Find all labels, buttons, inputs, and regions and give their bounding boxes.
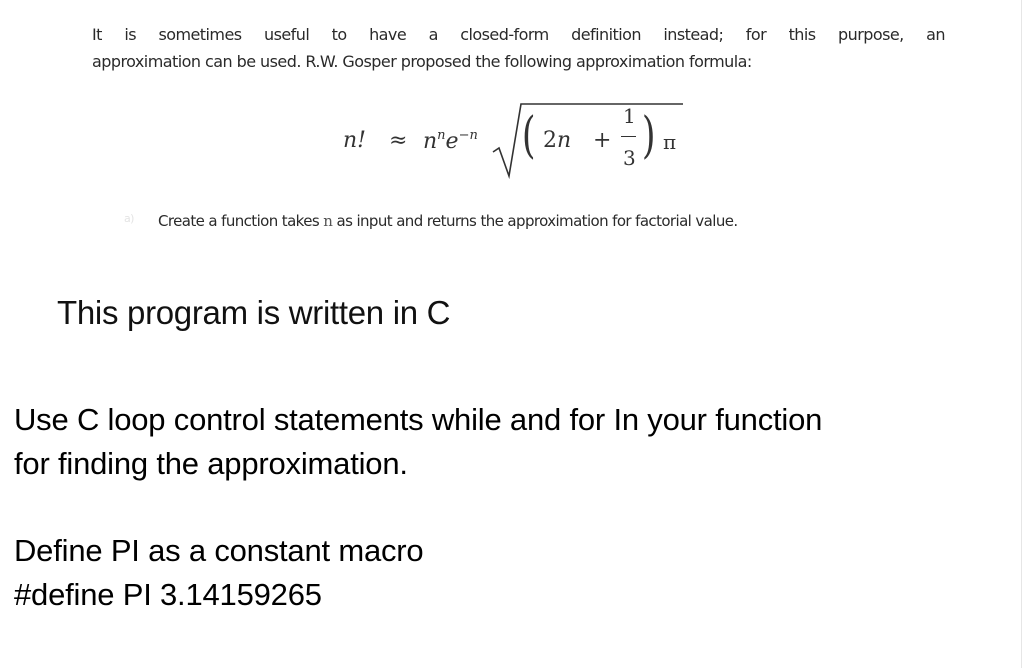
formula-left-paren: (: [521, 106, 536, 164]
intro-paragraph: It is sometimes useful to have a closed-…: [92, 21, 946, 75]
task-variable: n: [323, 212, 333, 230]
formula-right-paren: ): [641, 106, 656, 164]
macro-define-line: #define PI 3.14159265: [14, 577, 322, 612]
formula-2n-coef: 2: [543, 128, 557, 153]
macro-instruction-line-1: Define PI as a constant macro: [14, 533, 424, 568]
formula-fraction-bar: [621, 136, 636, 137]
formula-plus: +: [593, 128, 612, 153]
macro-instruction-paragraph: Define PI as a constant macro #define PI…: [14, 529, 424, 617]
intro-line-2: approximation can be used. R.W. Gosper p…: [92, 52, 752, 71]
loop-instruction-line-2: for finding the approximation.: [14, 446, 408, 481]
language-heading: This program is written in C: [57, 294, 451, 331]
task-text-after: as input and returns the approximation f…: [332, 212, 738, 230]
intro-line-1: It is sometimes useful to have a closed-…: [92, 25, 946, 44]
formula-fraction-numerator: 1: [623, 104, 636, 128]
task-text-before: Create a function takes: [158, 212, 324, 230]
sqrt-radical-icon: [492, 103, 683, 180]
task-statement: a) Create a function takes n as input an…: [124, 212, 738, 230]
gosper-formula: n! ≈ nne−n ( 2n + 1 3 ) π: [343, 100, 693, 180]
problem-image: It is sometimes useful to have a closed-…: [0, 0, 1000, 250]
formula-pi: π: [663, 130, 677, 154]
loop-instruction-line-1: Use C loop control statements while and …: [14, 402, 823, 437]
loop-instruction-paragraph: Use C loop control statements while and …: [14, 398, 822, 486]
formula-2n: 2n: [543, 128, 571, 153]
page-edge-divider: [1021, 0, 1022, 668]
formula-2n-var: n: [557, 128, 572, 153]
formula-fraction-denominator: 3: [623, 146, 636, 170]
task-bullet: a): [124, 212, 134, 225]
